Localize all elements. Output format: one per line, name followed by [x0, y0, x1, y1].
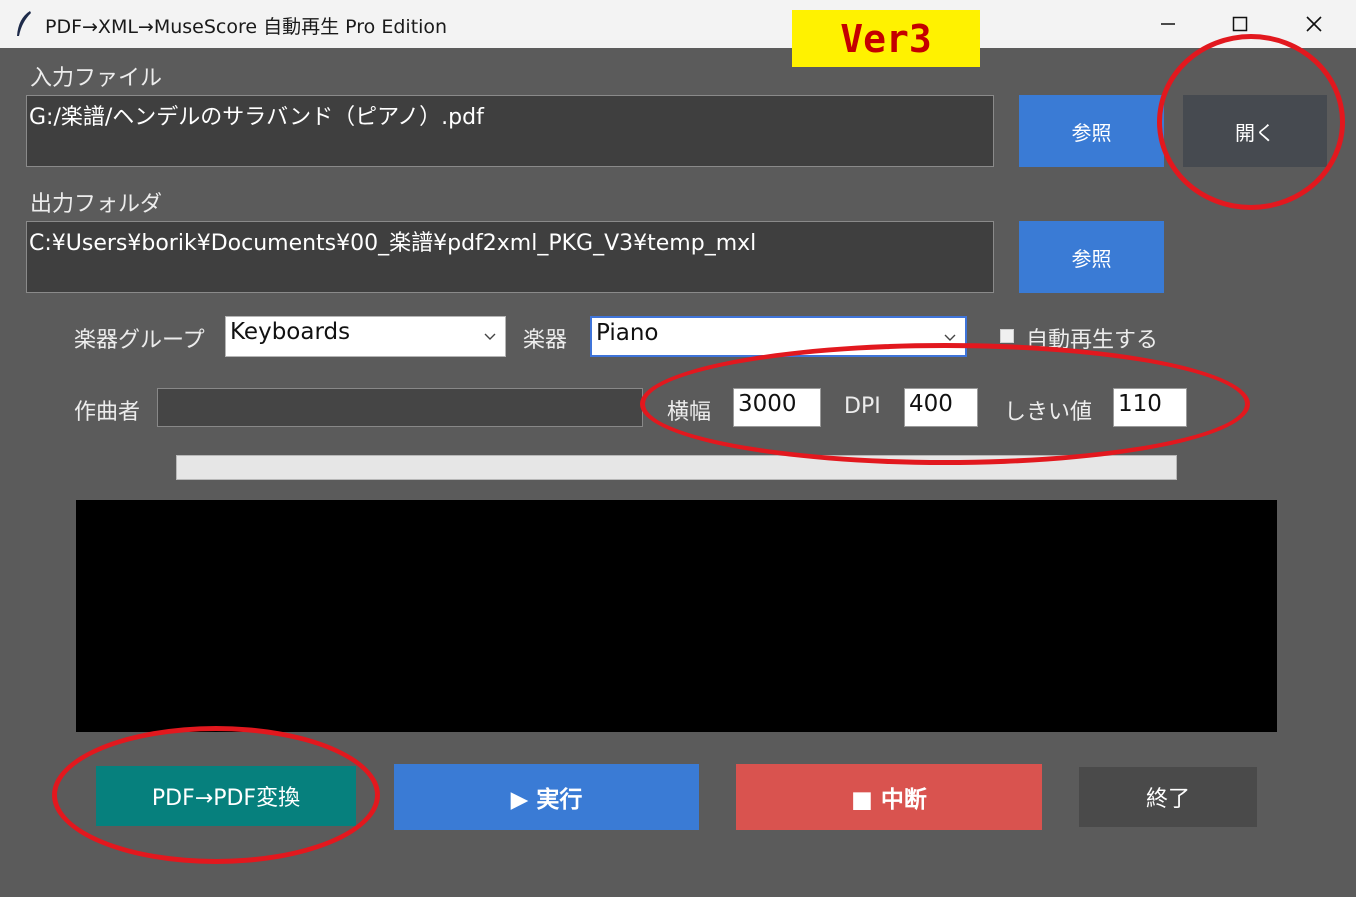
output-folder-field[interactable]: C:¥Users¥borik¥Documents¥00_楽譜¥pdf2xml_P… — [26, 221, 994, 293]
window-title: PDF→XML→MuseScore 自動再生 Pro Edition — [45, 16, 448, 38]
instrument-value: Piano — [596, 320, 659, 346]
run-button[interactable]: ▶ 実行 — [394, 764, 699, 830]
instrument-label: 楽器 — [523, 328, 568, 353]
composer-input[interactable] — [157, 388, 643, 427]
exit-button[interactable]: 終了 — [1079, 767, 1257, 827]
maximize-icon[interactable] — [1210, 6, 1270, 42]
instrument-group-select[interactable]: Keyboards — [225, 316, 506, 357]
pdf-convert-button[interactable]: PDF→PDF変換 — [96, 766, 356, 826]
threshold-input[interactable]: 110 — [1113, 388, 1187, 427]
log-output — [76, 500, 1277, 732]
input-file-field[interactable]: G:/楽譜/ヘンデルのサラバンド（ピアノ）.pdf — [26, 95, 994, 167]
dpi-input[interactable]: 400 — [904, 388, 978, 427]
dpi-label: DPI — [844, 394, 881, 419]
open-button[interactable]: 開く — [1183, 95, 1327, 167]
version-badge: Ver3 — [792, 10, 980, 67]
input-browse-button[interactable]: 参照 — [1019, 95, 1164, 167]
progress-bar — [176, 455, 1177, 480]
instrument-group-value: Keyboards — [230, 319, 351, 345]
composer-label: 作曲者 — [74, 400, 141, 425]
close-icon[interactable] — [1284, 6, 1344, 42]
autoplay-label: 自動再生する — [1026, 328, 1159, 353]
chevron-down-icon — [484, 333, 496, 340]
autoplay-checkbox[interactable] — [1000, 329, 1014, 343]
chevron-down-icon — [944, 334, 956, 341]
minimize-icon[interactable] — [1138, 6, 1198, 42]
output-browse-button[interactable]: 参照 — [1019, 221, 1164, 293]
stop-button[interactable]: ■ 中断 — [736, 764, 1042, 830]
instrument-select[interactable]: Piano — [590, 316, 967, 357]
input-file-label: 入力ファイル — [30, 66, 163, 91]
instrument-group-label: 楽器グループ — [74, 328, 205, 353]
output-folder-label: 出力フォルダ — [30, 192, 163, 217]
feather-icon — [14, 10, 34, 38]
width-label: 横幅 — [667, 400, 712, 425]
width-input[interactable]: 3000 — [733, 388, 821, 427]
threshold-label: しきい値 — [1004, 400, 1093, 425]
